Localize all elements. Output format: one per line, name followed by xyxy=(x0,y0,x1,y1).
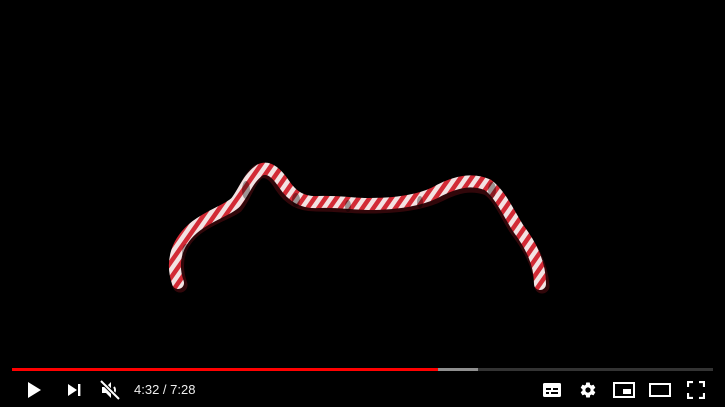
current-time: 4:32 xyxy=(134,382,160,397)
progress-played xyxy=(12,368,439,371)
theater-mode-icon xyxy=(649,383,671,397)
video-player[interactable]: 4:32 / 7:28 xyxy=(0,0,725,407)
player-controls: 4:32 / 7:28 xyxy=(0,374,725,406)
subtitles-button[interactable] xyxy=(534,374,570,406)
mute-button[interactable] xyxy=(92,374,128,406)
striped-ribbon xyxy=(168,162,550,294)
duration: 7:28 xyxy=(170,382,196,397)
play-icon xyxy=(28,382,41,398)
next-icon xyxy=(68,384,81,396)
gear-icon xyxy=(580,382,596,398)
time-separator: / xyxy=(159,382,171,397)
fullscreen-button[interactable] xyxy=(678,374,714,406)
settings-button[interactable] xyxy=(570,374,606,406)
miniplayer-icon xyxy=(613,382,635,398)
progress-bar[interactable] xyxy=(12,368,713,371)
subtitles-icon xyxy=(543,383,561,397)
video-frame[interactable] xyxy=(0,0,725,407)
fullscreen-icon xyxy=(687,381,705,399)
play-button[interactable] xyxy=(16,374,52,406)
theater-mode-button[interactable] xyxy=(642,374,678,406)
miniplayer-button[interactable] xyxy=(606,374,642,406)
next-button[interactable] xyxy=(56,374,92,406)
volume-muted-icon xyxy=(99,379,121,401)
time-display: 4:32 / 7:28 xyxy=(134,382,195,398)
